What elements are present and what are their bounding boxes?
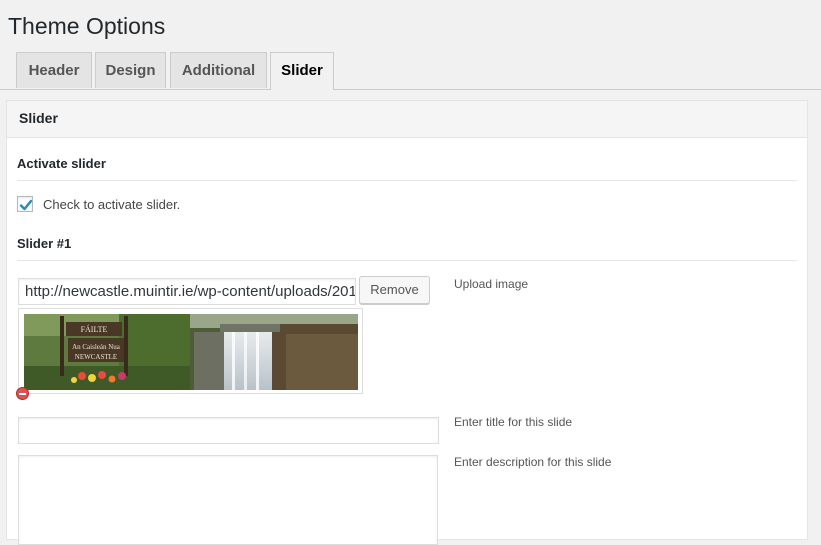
slide-image-thumbnail: FÁILTE An Caisleán Nua NEWCASTLE	[24, 314, 358, 390]
tab-bar: Header Design Additional Slider	[0, 52, 821, 90]
tab-header[interactable]: Header	[16, 52, 92, 88]
slide-description-input[interactable]	[18, 455, 438, 545]
sign-text: NEWCASTLE	[75, 353, 117, 361]
image-preview: FÁILTE An Caisleán Nua NEWCASTLE	[18, 308, 363, 394]
tab-design[interactable]: Design	[95, 52, 166, 88]
sign-text: An Caisleán Nua	[72, 343, 121, 351]
sign-text: FÁILTE	[81, 324, 108, 334]
activate-slider-checkbox[interactable]	[17, 196, 33, 212]
upload-image-label: Upload image	[454, 277, 529, 291]
slider-panel: Slider Activate slider Check to activate…	[6, 100, 808, 545]
checkmark-icon	[19, 199, 33, 211]
slider-1-heading: Slider #1	[17, 236, 72, 251]
minus-circle-icon[interactable]	[16, 387, 29, 400]
panel-header: Slider	[7, 101, 807, 138]
page-title: Theme Options	[8, 13, 166, 39]
slide-title-label: Enter title for this slide	[454, 415, 573, 429]
divider	[17, 260, 797, 261]
slide-description-label: Enter description for this slide	[454, 455, 612, 469]
divider	[17, 180, 797, 181]
tab-additional[interactable]: Additional	[170, 52, 267, 88]
activate-slider-heading: Activate slider	[17, 156, 106, 171]
panel-title: Slider	[19, 110, 58, 126]
slide-title-input[interactable]	[18, 417, 439, 444]
tab-slider[interactable]: Slider	[270, 52, 334, 90]
activate-slider-label: Check to activate slider.	[43, 197, 181, 212]
image-url-input[interactable]: http://newcastle.muintir.ie/wp-content/u…	[18, 278, 356, 305]
remove-button[interactable]: Remove	[359, 276, 430, 304]
